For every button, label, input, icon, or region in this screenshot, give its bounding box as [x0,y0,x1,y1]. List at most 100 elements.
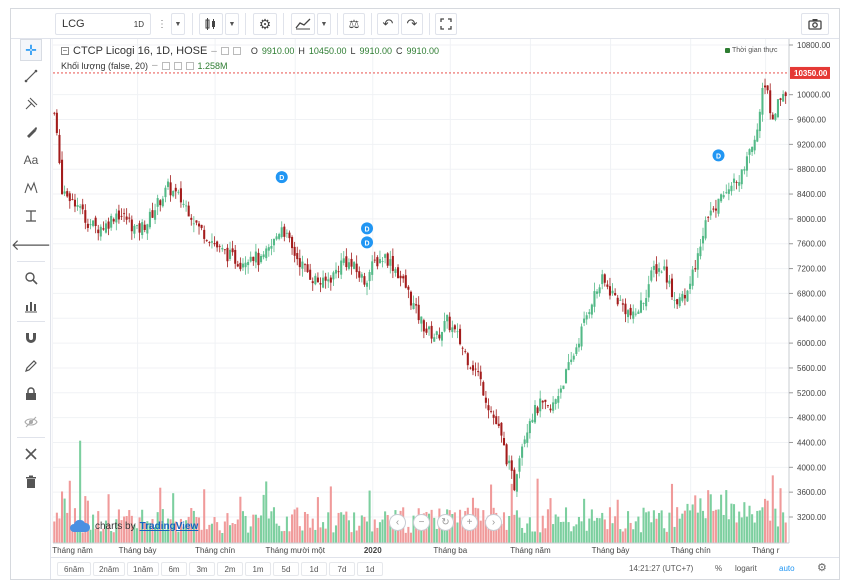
candle-body [665,266,668,283]
volume-bar [629,522,632,543]
range-button[interactable]: 5d [273,562,299,576]
watermark-prefix: charts by [95,520,136,532]
range-button[interactable]: 1d [301,562,327,576]
volume-bar [658,512,661,543]
price-tick-label: 8400.00 [797,190,826,199]
candle-body [751,146,754,152]
candle-body [658,268,661,272]
range-button[interactable]: 2năm [93,562,125,576]
range-button[interactable]: 3m [189,562,215,576]
candle-body [218,245,221,247]
price-tick-label: 6400.00 [797,314,826,323]
percent-toggle[interactable]: % [715,564,722,573]
range-button[interactable]: 1năm [127,562,159,576]
candle-body [350,258,353,267]
candle-body [448,316,451,331]
volume-bar [311,518,314,543]
tradingview-watermark[interactable]: charts by TradingView [69,519,198,533]
zoom-out-button[interactable]: − [413,514,430,531]
series-menu-icon[interactable]: – [211,46,217,57]
candle-body [748,149,751,155]
candle-body [531,419,534,423]
volume-bar [637,516,640,543]
candle-body [61,159,64,194]
volume-bar [577,516,580,543]
candle-body [528,421,531,434]
log-toggle[interactable]: logarit [735,564,757,573]
volume-bar [583,498,586,543]
gear-icon[interactable]: ⚙ [817,561,827,574]
volume-eye-icon[interactable] [161,61,170,70]
scroll-left-button[interactable]: ‹ [389,514,406,531]
volume-bar [627,511,630,543]
h-value: 10450.00 [308,46,347,56]
candle-body [200,224,203,229]
volume-bar [590,509,593,543]
range-button[interactable]: 6m [161,562,187,576]
settings-icon[interactable] [232,47,241,55]
volume-bar [696,512,699,543]
candle-body [221,247,224,250]
volume-bar [598,518,601,543]
candle-body [714,208,717,211]
candle-body [766,85,769,91]
price-tick-label: 8000.00 [797,215,826,224]
volume-bar [249,526,252,543]
range-button[interactable]: 7d [329,562,355,576]
chevron-right-icon: › [491,517,496,528]
candle-body [373,259,376,261]
candle-body [205,240,208,241]
scroll-right-button[interactable]: › [485,514,502,531]
last-price-label: 10350.00 [794,69,828,78]
volume-bar [371,531,374,543]
candle-body [298,258,301,268]
price-tick-label: 4800.00 [797,414,826,423]
eye-icon[interactable] [220,47,229,55]
volume-bar [720,494,723,543]
candle-body [440,331,444,341]
collapse-icon[interactable]: – [61,47,69,55]
candle-body [487,405,490,411]
volume-bar [81,532,84,543]
candle-body [190,217,193,220]
candle-body [510,460,513,471]
volume-bar [665,531,668,543]
candle-body [722,195,725,198]
candle-body [446,314,449,322]
candle-body [469,367,472,369]
candle-body [412,303,415,310]
volume-bar [776,526,779,543]
range-button[interactable]: 1d [357,562,383,576]
volume-bar [515,510,518,543]
price-chart[interactable]: DDDD10350.00 10800.0010000.009600.009200… [11,9,839,579]
volume-bar [368,490,371,543]
range-button[interactable]: 2m [217,562,243,576]
volume-bar [624,528,627,543]
candle-body [262,254,265,258]
reset-button[interactable]: ↻ [437,514,454,531]
volume-bar [655,518,658,543]
volume-bar [645,512,648,543]
candle-body [241,263,244,268]
range-button[interactable]: 6năm [57,562,91,576]
volume-bar [303,511,307,543]
volume-bar [285,516,288,543]
candle-body [84,210,87,223]
range-button[interactable]: 1m [245,562,271,576]
time-tick-label: Tháng mười một [265,546,325,555]
candle-body [394,269,397,273]
volume-bar [668,512,671,543]
volume-close-icon[interactable] [185,61,194,70]
auto-toggle[interactable]: auto [779,564,795,573]
candle-body [115,213,118,223]
candle-body [490,411,493,413]
candle-body [632,311,635,319]
candle-body [484,397,487,403]
candle-body [655,264,658,274]
zoom-in-button[interactable]: + [461,514,478,531]
candles [53,78,787,497]
volume-settings-icon[interactable] [173,61,182,70]
volume-bar [301,530,304,543]
volume-bar [216,522,219,543]
volume-menu-icon[interactable]: – [152,60,158,71]
